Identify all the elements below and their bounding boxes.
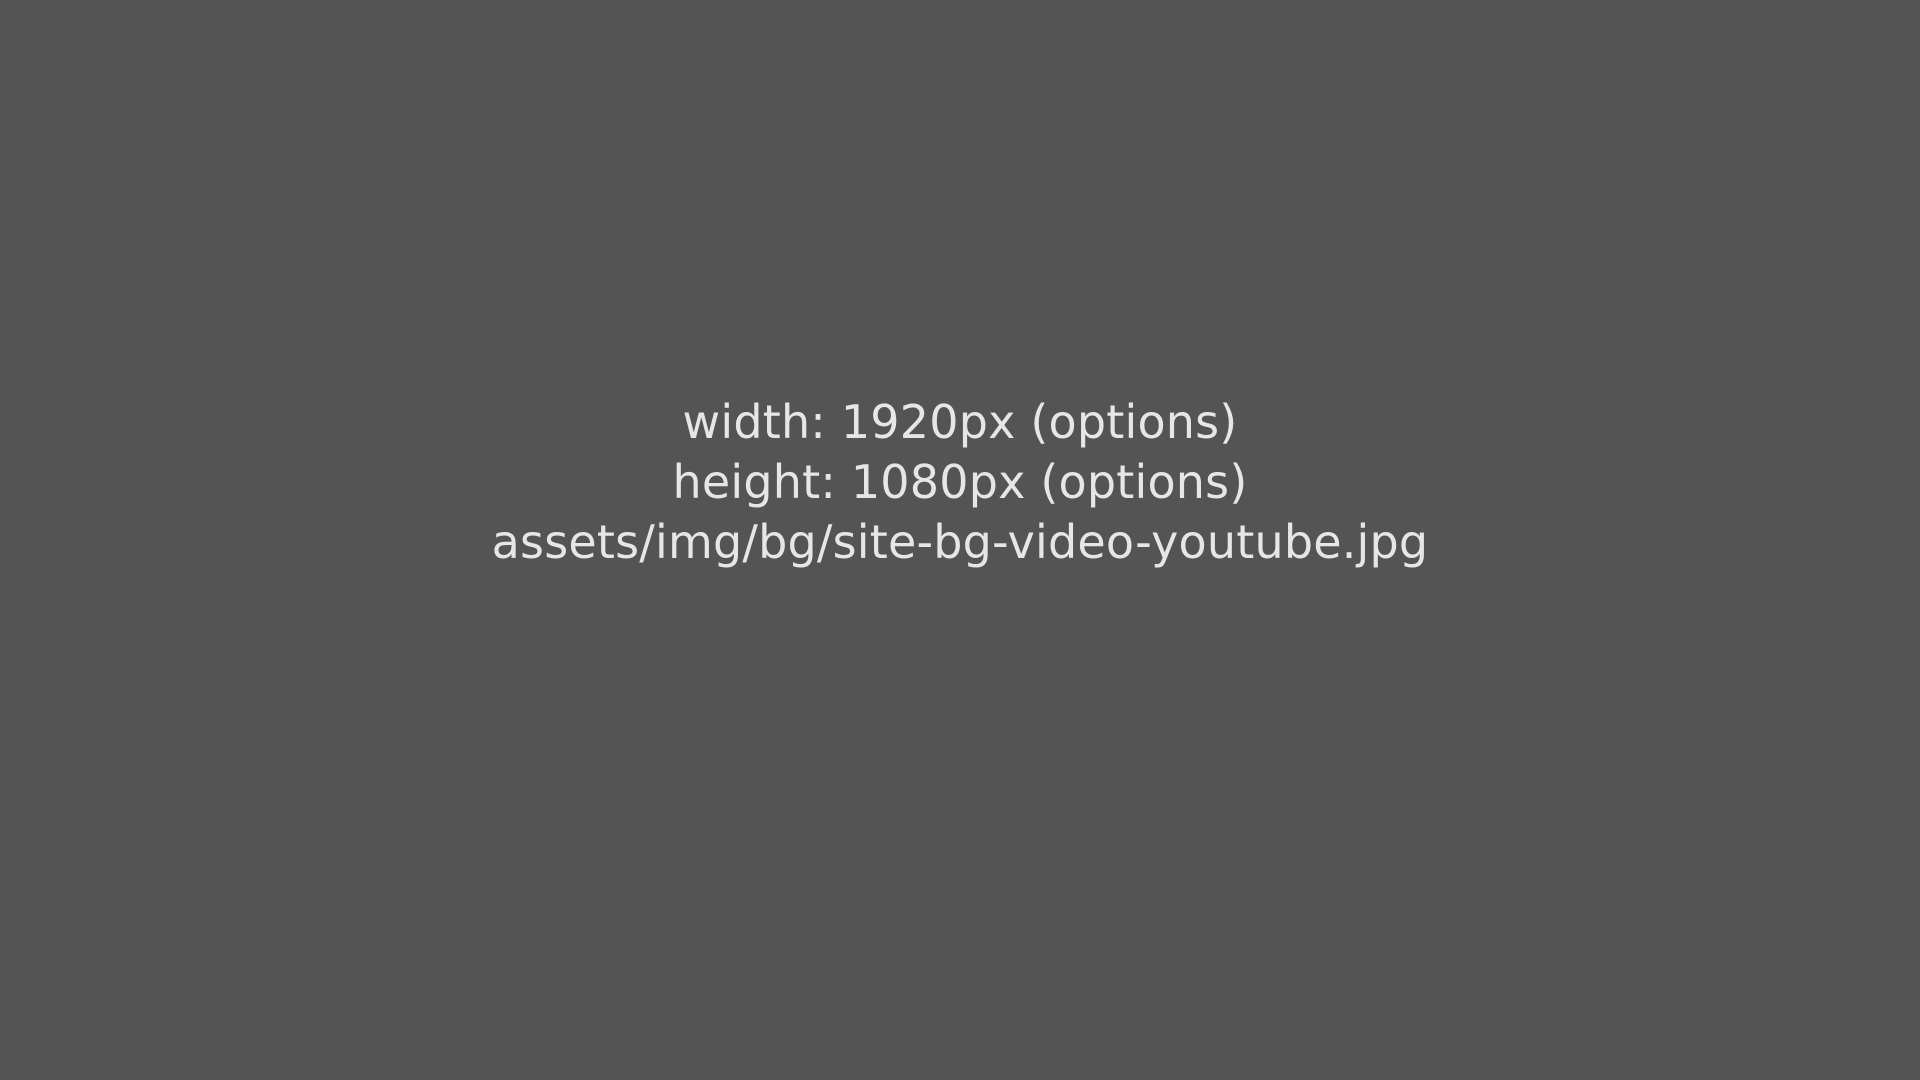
placeholder-width-text: width: 1920px (options)	[682, 395, 1238, 449]
placeholder-text-block: width: 1920px (options) height: 1080px (…	[492, 399, 1429, 565]
image-placeholder: width: 1920px (options) height: 1080px (…	[0, 0, 1920, 1080]
placeholder-height-text: height: 1080px (options)	[672, 455, 1248, 509]
placeholder-path-text: assets/img/bg/site-bg-video-youtube.jpg	[491, 515, 1429, 569]
